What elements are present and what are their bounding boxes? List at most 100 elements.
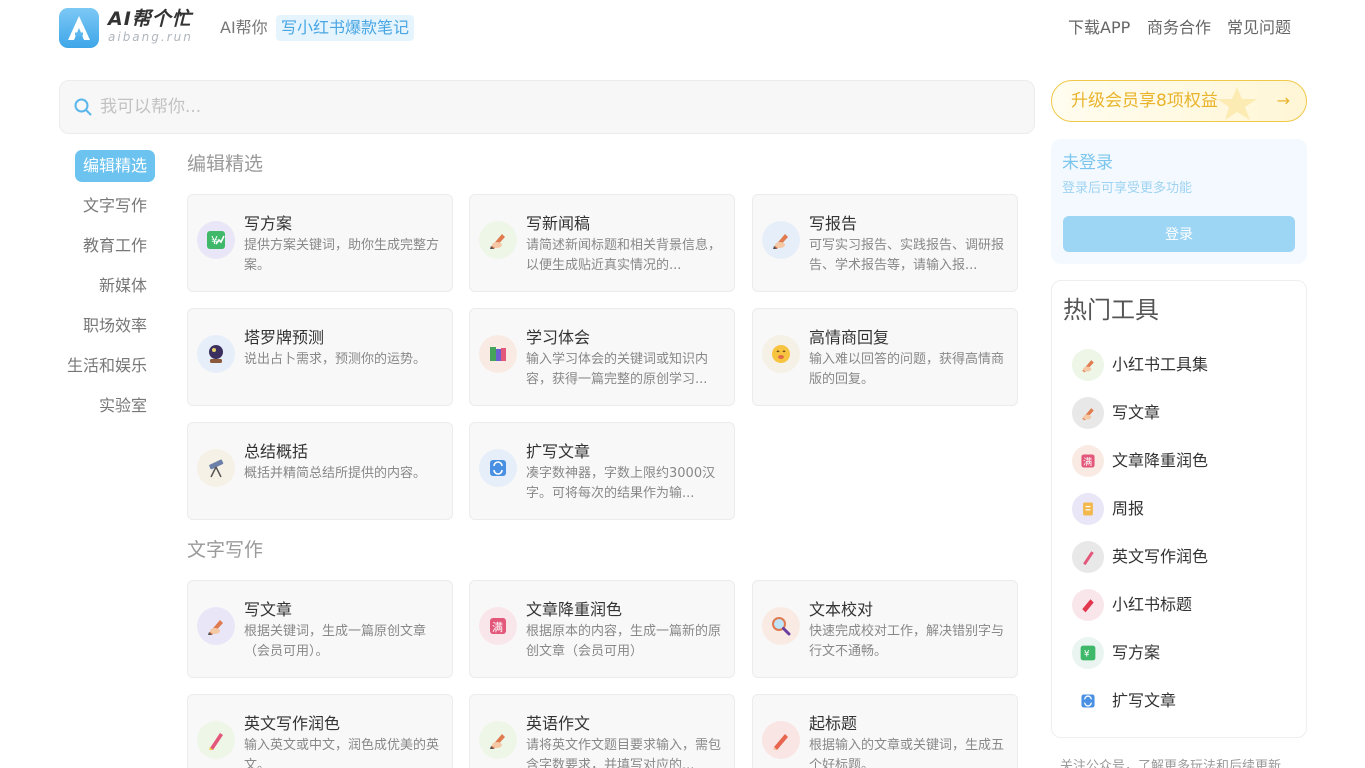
magnifier-icon bbox=[762, 607, 800, 645]
hot-tool-label: 写方案 bbox=[1112, 643, 1161, 662]
hot-tool-item[interactable]: 小红书标题 bbox=[1072, 589, 1292, 621]
crystal-ball-icon bbox=[197, 335, 235, 373]
card-description: 概括并精简总结所提供的内容。 bbox=[244, 466, 427, 481]
nav-business[interactable]: 商务合作 bbox=[1147, 17, 1211, 39]
writing-hand-icon bbox=[479, 721, 517, 759]
logo[interactable] bbox=[59, 8, 99, 48]
svg-text:满: 满 bbox=[1083, 457, 1092, 468]
sidebar-item-workplace[interactable]: 职场效率 bbox=[83, 315, 147, 337]
upgrade-membership-button[interactable]: 升级会员享8项权益 → bbox=[1051, 80, 1307, 122]
sidebar-item-new-media[interactable]: 新媒体 bbox=[99, 275, 147, 297]
full-badge-icon: 满 bbox=[479, 607, 517, 645]
hot-tool-item[interactable]: 满 文章降重润色 bbox=[1072, 445, 1292, 477]
search-bar[interactable] bbox=[59, 80, 1035, 134]
hot-tool-item[interactable]: 小红书工具集 bbox=[1072, 349, 1292, 381]
tool-card[interactable]: 英语作文 请将英文作文题目要求输入，需包含字数要求，并填写对应的... bbox=[469, 694, 735, 768]
tool-card[interactable]: 文本校对 快速完成校对工作，解决错别字与行文不通畅。 bbox=[752, 580, 1018, 678]
money-chart-icon: ¥ bbox=[1072, 637, 1104, 669]
star-icon bbox=[1217, 87, 1257, 120]
books-icon bbox=[479, 335, 517, 373]
money-chart-icon: ¥ bbox=[197, 221, 235, 259]
card-title: 文本校对 bbox=[809, 600, 874, 619]
tool-card[interactable]: 起标题 根据输入的文章或关键词，生成五个好标题。 bbox=[752, 694, 1018, 768]
hot-tool-item[interactable]: 周报 bbox=[1072, 493, 1292, 525]
card-title: 英语作文 bbox=[526, 714, 591, 733]
tool-card[interactable]: 总结概括 概括并精简总结所提供的内容。 bbox=[187, 422, 453, 520]
card-description: 根据关键词，生成一篇原创文章（会员可用）。 bbox=[244, 624, 427, 659]
card-title: 写报告 bbox=[809, 214, 858, 233]
follow-note: 关注公众号，了解更多玩法和后续更新 bbox=[1060, 759, 1282, 768]
nav-faq[interactable]: 常见问题 bbox=[1227, 17, 1291, 39]
card-title: 高情商回复 bbox=[809, 328, 890, 347]
crayon-icon bbox=[1072, 541, 1104, 573]
svg-text:满: 满 bbox=[492, 621, 503, 634]
login-button[interactable]: 登录 bbox=[1063, 216, 1295, 252]
card-description: 请简述新闻标题和相关背景信息，以便生成贴近真实情况的... bbox=[526, 238, 722, 273]
search-icon bbox=[74, 98, 92, 116]
hot-tool-label: 文章降重润色 bbox=[1112, 451, 1209, 470]
hot-tool-label: 写文章 bbox=[1112, 403, 1161, 422]
sidebar-item-education[interactable]: 教育工作 bbox=[83, 235, 147, 257]
search-input[interactable] bbox=[100, 93, 1000, 121]
card-title: 学习体会 bbox=[526, 328, 591, 347]
writing-hand-icon bbox=[479, 221, 517, 259]
tagline-highlight: 写小红书爆款笔记 bbox=[276, 15, 415, 41]
hot-tools-title: 热门工具 bbox=[1063, 296, 1159, 324]
hot-tool-label: 小红书标题 bbox=[1112, 595, 1193, 614]
svg-text:¥: ¥ bbox=[211, 234, 218, 247]
upgrade-label: 升级会员享8项权益 bbox=[1071, 91, 1218, 111]
card-title: 英文写作润色 bbox=[244, 714, 341, 733]
arrow-right-icon: → bbox=[1276, 91, 1290, 110]
card-title: 写文章 bbox=[244, 600, 293, 619]
card-description: 根据原本的内容，生成一篇新的原创文章（会员可用） bbox=[526, 624, 722, 659]
scroll-icon bbox=[1072, 493, 1104, 525]
repeat-icon bbox=[1072, 685, 1104, 717]
hot-tool-label: 小红书工具集 bbox=[1112, 355, 1209, 374]
card-description: 输入学习体会的关键词或知识内容，获得一篇完整的原创学习... bbox=[526, 352, 709, 387]
tool-card[interactable]: 高情商回复 输入难以回答的问题，获得高情商版的回复。 bbox=[752, 308, 1018, 406]
tool-card[interactable]: 塔罗牌预测 说出占卜需求，预测你的运势。 bbox=[187, 308, 453, 406]
svg-text:¥: ¥ bbox=[1084, 649, 1090, 659]
sidebar-item-writing[interactable]: 文字写作 bbox=[83, 195, 147, 217]
sidebar-item-lab[interactable]: 实验室 bbox=[99, 395, 147, 417]
sidebar-item-life[interactable]: 生活和娱乐 bbox=[67, 355, 147, 377]
nav-download-app[interactable]: 下载APP bbox=[1068, 17, 1130, 39]
tool-card[interactable]: 写文章 根据关键词，生成一篇原创文章（会员可用）。 bbox=[187, 580, 453, 678]
card-title: 写新闻稿 bbox=[526, 214, 591, 233]
sidebar-item-featured[interactable]: 编辑精选 bbox=[75, 150, 155, 182]
hot-tool-item[interactable]: 扩写文章 bbox=[1072, 685, 1292, 717]
hot-tool-label: 周报 bbox=[1112, 499, 1145, 518]
tagline: AI帮你 bbox=[220, 18, 268, 37]
tool-card[interactable]: ¥ 写方案 提供方案关键词，助你生成完整方案。 bbox=[187, 194, 453, 292]
hot-tool-item[interactable]: 写文章 bbox=[1072, 397, 1292, 429]
telescope-icon bbox=[197, 449, 235, 487]
card-description: 可写实习报告、实践报告、调研报告、学术报告等，请输入报... bbox=[809, 238, 1005, 273]
writing-hand-icon bbox=[1072, 349, 1104, 381]
hot-tool-label: 英文写作润色 bbox=[1112, 547, 1209, 566]
logo-a-icon bbox=[68, 16, 90, 40]
card-title: 总结概括 bbox=[244, 442, 309, 461]
tool-card[interactable]: 学习体会 输入学习体会的关键词或知识内容，获得一篇完整的原创学习... bbox=[469, 308, 735, 406]
repeat-icon bbox=[479, 449, 517, 487]
section-title-writing: 文字写作 bbox=[187, 539, 264, 561]
tool-card[interactable]: 满 文章降重润色 根据原本的内容，生成一篇新的原创文章（会员可用） bbox=[469, 580, 735, 678]
writing-hand-icon bbox=[1072, 397, 1104, 429]
hot-tools-panel: 热门工具 小红书工具集 写文章 满 文章降重润色 周报 英文写作润色 小红书标题 bbox=[1051, 280, 1307, 738]
pencil-icon bbox=[762, 721, 800, 759]
header: AI帮个忙 aibang.run AI帮你 写小红书爆款笔记 下载APP 商务合… bbox=[0, 0, 1365, 60]
brand: AI帮个忙 aibang.run bbox=[108, 8, 193, 44]
hot-tool-item[interactable]: 英文写作润色 bbox=[1072, 541, 1292, 573]
hot-tool-item[interactable]: ¥ 写方案 bbox=[1072, 637, 1292, 669]
card-title: 塔罗牌预测 bbox=[244, 328, 325, 347]
login-panel: 未登录 登录后可享受更多功能 登录 bbox=[1051, 139, 1307, 264]
tool-card[interactable]: 扩写文章 凑字数神器，字数上限约3000汉字。可将每次的结果作为输... bbox=[469, 422, 735, 520]
tool-card[interactable]: 英文写作润色 输入英文或中文，润色成优美的英文。 bbox=[187, 694, 453, 768]
card-title: 文章降重润色 bbox=[526, 600, 623, 619]
card-title: 扩写文章 bbox=[526, 442, 591, 461]
section-title-featured: 编辑精选 bbox=[187, 153, 264, 175]
card-description: 说出占卜需求，预测你的运势。 bbox=[244, 352, 427, 367]
login-hint: 登录后可享受更多功能 bbox=[1062, 181, 1193, 196]
tool-card[interactable]: 写新闻稿 请简述新闻标题和相关背景信息，以便生成贴近真实情况的... bbox=[469, 194, 735, 292]
tool-card[interactable]: 写报告 可写实习报告、实践报告、调研报告、学术报告等，请输入报... bbox=[752, 194, 1018, 292]
writing-hand-icon bbox=[197, 607, 235, 645]
